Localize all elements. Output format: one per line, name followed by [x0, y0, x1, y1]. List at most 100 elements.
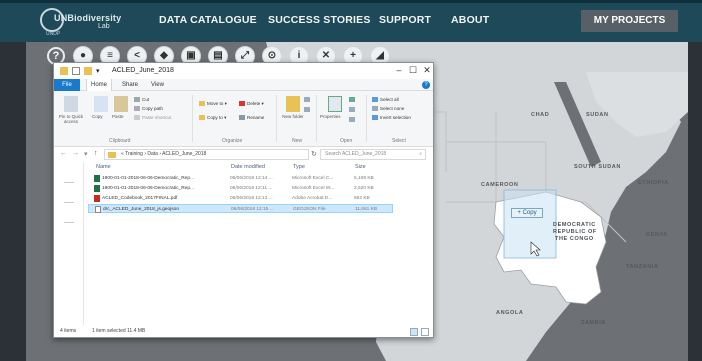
- nav-success-stories[interactable]: SUCCESS STORIES: [268, 14, 371, 26]
- file-size: 862 KB: [354, 196, 370, 201]
- new-folder-icon[interactable]: [84, 67, 92, 75]
- invert-selection-icon: [372, 115, 378, 121]
- tab-file[interactable]: File: [54, 79, 80, 91]
- ribbon-separator: [316, 95, 317, 142]
- open-icon[interactable]: [349, 97, 357, 103]
- delete-label: Delete: [247, 101, 261, 106]
- cut-button[interactable]: Cut: [134, 97, 149, 103]
- properties-button[interactable]: Properties: [320, 114, 341, 119]
- paste-shortcut-button[interactable]: Paste shortcut: [134, 115, 171, 121]
- copy-button[interactable]: Copy: [92, 114, 103, 119]
- maximize-icon[interactable]: ☐: [406, 65, 420, 76]
- file-row-selected[interactable]: drc_ACLED_June_2018_js.geojson 06/06/201…: [88, 204, 393, 213]
- map-label-drc-line2: REPUBLIC OF: [553, 229, 597, 235]
- column-date-modified[interactable]: Date modified: [231, 164, 265, 170]
- file-row[interactable]: 1900-01-01-2018-06-06-Democratic_Rep... …: [88, 184, 393, 193]
- window-title: ACLED_June_2018: [112, 67, 174, 74]
- recent-locations-icon[interactable]: ▾: [84, 150, 88, 158]
- nav-support[interactable]: SUPPORT: [379, 14, 431, 26]
- chevron-down-icon[interactable]: ▾: [96, 67, 100, 75]
- delete-button[interactable]: Delete ▾: [239, 101, 264, 107]
- new-folder-icon[interactable]: [286, 96, 300, 112]
- edit-icon[interactable]: [349, 107, 357, 113]
- copy-path-label: Copy path: [142, 106, 163, 111]
- ribbon-home: Pin to Quick access Copy Paste Cut Copy …: [54, 91, 433, 147]
- copy-icon[interactable]: [94, 96, 108, 112]
- select-all-button[interactable]: Select all: [372, 97, 399, 103]
- tab-share[interactable]: Share: [122, 79, 138, 91]
- new-folder-button[interactable]: New folder: [280, 114, 306, 119]
- select-none-icon: [372, 106, 378, 112]
- group-open: Open: [340, 138, 353, 144]
- nav-pane-item[interactable]: [64, 202, 74, 203]
- map-label-country: KENYA: [646, 232, 668, 238]
- up-icon[interactable]: ↑: [94, 150, 98, 157]
- file-date: 06/06/2018 12:15 ...: [231, 207, 274, 212]
- refresh-icon[interactable]: ↻: [311, 150, 317, 158]
- move-to-button[interactable]: Move to ▾: [199, 101, 227, 107]
- file-size: 5,108 KB: [354, 176, 374, 181]
- pin-quick-access-button[interactable]: Pin to Quick access: [56, 114, 86, 124]
- address-path-field[interactable]: « Training › Data › ACLED_June_2018: [104, 149, 309, 160]
- select-none-button[interactable]: Select none: [372, 106, 404, 112]
- pin-icon[interactable]: [64, 96, 78, 112]
- search-input[interactable]: Search ACLED_June_2018 ⌕: [320, 149, 426, 160]
- my-projects-button[interactable]: MY PROJECTS: [581, 10, 678, 32]
- unbiodiversity-lab-logo[interactable]: UNBiodiversity Lab UNDP: [40, 8, 130, 38]
- file-type: GEOJSON File: [293, 207, 326, 212]
- nav-pane-item[interactable]: [64, 222, 74, 223]
- copy-to-button[interactable]: Copy to ▾: [199, 115, 226, 121]
- file-name: drc_ACLED_June_2018_js.geojson: [103, 207, 180, 212]
- file-row[interactable]: ACLED_Codebook_2017FINAL.pdf 06/06/2018 …: [88, 194, 393, 203]
- copy-path-button[interactable]: Copy path: [134, 106, 163, 112]
- ribbon-separator: [276, 95, 277, 142]
- tab-view[interactable]: View: [151, 79, 164, 91]
- minimize-icon[interactable]: –: [392, 65, 406, 75]
- column-size[interactable]: Size: [355, 164, 366, 170]
- excel-file-icon: [94, 175, 100, 182]
- file-row[interactable]: 1900-01-01-2018-06-06-Democratic_Rep... …: [88, 174, 393, 183]
- move-to-label: Move to: [207, 101, 224, 106]
- paste-icon[interactable]: [114, 96, 128, 112]
- easy-access-icon[interactable]: [304, 107, 312, 113]
- properties-icon[interactable]: [72, 67, 80, 75]
- top-navigation-bar: UNBiodiversity Lab UNDP DATA CATALOGUE S…: [0, 0, 702, 42]
- large-icons-view-icon[interactable]: [421, 328, 429, 336]
- rename-button[interactable]: Rename: [239, 115, 264, 121]
- map-label-country: ETHIOPIA: [638, 180, 669, 186]
- navigation-pane[interactable]: [54, 162, 84, 325]
- column-type[interactable]: Type: [293, 164, 305, 170]
- file-explorer-window[interactable]: ▾ ACLED_June_2018 – ☐ ✕ File Home Share …: [53, 62, 434, 338]
- paste-button[interactable]: Paste: [112, 114, 124, 119]
- file-type: Microsoft Excel W...: [292, 186, 335, 191]
- paste-shortcut-icon: [134, 115, 140, 121]
- ribbon-separator: [192, 95, 193, 142]
- selection-info: 1 item selected 11.4 MB: [92, 328, 146, 334]
- logo-main-text: UNBiodiversity: [54, 13, 122, 23]
- group-new: New: [292, 138, 303, 144]
- nav-data-catalogue[interactable]: DATA CATALOGUE: [159, 14, 257, 26]
- column-name[interactable]: Name: [96, 164, 111, 170]
- delete-icon: [239, 101, 245, 107]
- invert-selection-button[interactable]: Invert selection: [372, 115, 411, 121]
- close-window-icon[interactable]: ✕: [420, 65, 433, 76]
- map-label-country: CHAD: [531, 112, 550, 118]
- file-list-header: Name Date modified Type Size: [85, 162, 433, 173]
- nav-about[interactable]: ABOUT: [451, 14, 489, 26]
- copy-to-icon: [199, 115, 205, 121]
- address-path: « Training › Data › ACLED_June_2018: [121, 151, 207, 157]
- back-icon[interactable]: ←: [60, 150, 67, 157]
- map-label-country: SUDAN: [586, 112, 609, 118]
- file-size: 11,661 KB: [355, 207, 378, 212]
- map-label-country: TANZANIA: [626, 264, 659, 270]
- nav-pane-item[interactable]: [64, 182, 74, 183]
- details-view-icon[interactable]: [410, 328, 418, 336]
- properties-icon[interactable]: [328, 96, 342, 112]
- map-label-country: CAMEROON: [481, 182, 519, 188]
- history-icon[interactable]: [349, 117, 357, 123]
- explorer-titlebar[interactable]: ▾ ACLED_June_2018 – ☐ ✕: [54, 63, 433, 79]
- new-item-icon[interactable]: [304, 97, 312, 103]
- forward-icon[interactable]: →: [72, 150, 79, 157]
- tab-home[interactable]: Home: [86, 79, 113, 91]
- help-icon[interactable]: ?: [422, 81, 430, 89]
